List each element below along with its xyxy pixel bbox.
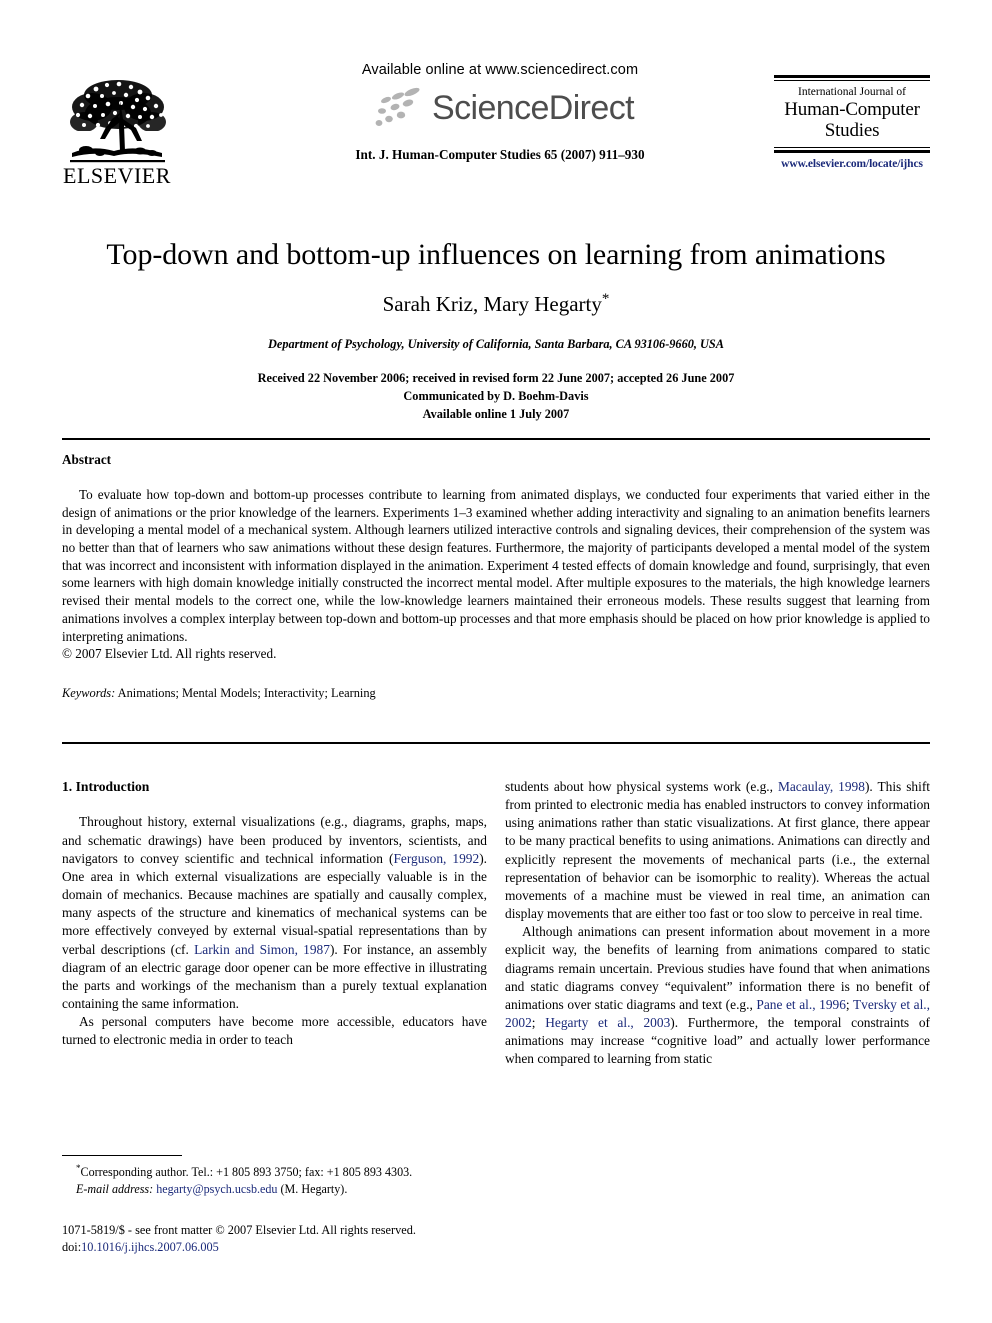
page-title: Top-down and bottom-up influences on lea…	[106, 238, 886, 271]
journal-box-rule-bottom-thick	[774, 150, 930, 154]
elsevier-tree-icon: ELSEVIER	[62, 80, 174, 188]
footnote-email-owner: (M. Hegarty).	[280, 1182, 348, 1197]
history-available-online: Available online 1 July 2007	[422, 407, 570, 422]
sciencedirect-wordmark: ScienceDirect	[432, 89, 635, 127]
section-heading-introduction: 1. Introduction	[62, 779, 150, 794]
journal-box-line-3: Studies	[824, 119, 880, 141]
keywords-line: Keywords: Animations; Mental Models; Int…	[62, 686, 930, 701]
abstract-copyright: © 2007 Elsevier Ltd. All rights reserved…	[62, 646, 277, 662]
journal-citation-line: Int. J. Human-Computer Studies 65 (2007)…	[355, 147, 645, 162]
journal-box-line-2: Human-Computer	[784, 98, 920, 120]
paragraph-intro-3: Although animations can present informat…	[505, 924, 930, 1067]
author-names: Sarah Kriz, Mary Hegarty	[382, 291, 602, 316]
masthead: ELSEVIER Available online at www.science…	[62, 62, 930, 207]
doi-line: doi:10.1016/j.ijhcs.2007.06.005	[62, 1239, 502, 1256]
citation-link-ferguson-1992[interactable]: Ferguson, 1992	[393, 851, 479, 866]
sciencedirect-logo: ScienceDirect	[310, 86, 690, 130]
doi-link[interactable]: 10.1016/j.ijhcs.2007.06.005	[81, 1240, 219, 1254]
abstract-rule-top	[62, 438, 930, 440]
footnote-separator-rule	[62, 1155, 182, 1156]
footnote-corresponding-author: *Corresponding author. Tel.: +1 805 893 …	[76, 1163, 413, 1180]
svg-text:ELSEVIER: ELSEVIER	[63, 163, 171, 188]
doi-label: doi:	[62, 1240, 82, 1255]
imprint-block: 1071-5819/$ - see front matter © 2007 El…	[62, 1222, 502, 1257]
paragraph-intro-2-continued: students about how physical systems work…	[505, 779, 931, 922]
journal-box-line-1: International Journal of	[798, 86, 906, 98]
citation-link-hegarty-2003[interactable]: Hegarty et al., 2003	[545, 1015, 670, 1030]
footnote-email-label: E-mail address:	[76, 1182, 154, 1197]
abstract-heading: Abstract	[62, 452, 112, 467]
keywords-label: Keywords:	[62, 685, 116, 700]
title-block: Top-down and bottom-up influences on lea…	[62, 238, 930, 423]
elsevier-logo: ELSEVIER	[62, 65, 174, 191]
citation-link-pane-1996[interactable]: Pane et al., 1996	[756, 997, 846, 1012]
corresponding-author-marker: *	[601, 290, 610, 307]
citation-link-macaulay-1998[interactable]: Macaulay, 1998	[778, 779, 865, 794]
paragraph-intro-2: As personal computers have become more a…	[62, 1014, 487, 1048]
abstract-rule-bottom	[62, 742, 930, 744]
footnote-email-link[interactable]: hegarty@psych.ucsb.edu	[156, 1182, 277, 1196]
body-column-left: 1. Introduction Throughout history, exte…	[62, 778, 487, 1049]
journal-box-rule-top-thick	[774, 75, 930, 78]
footnote-block: *Corresponding author. Tel.: +1 805 893 …	[62, 1155, 487, 1198]
history-received: Received 22 November 2006; received in r…	[257, 370, 735, 385]
keywords-values: Animations; Mental Models; Interactivity…	[117, 685, 376, 700]
sciencedirect-block: Available online at www.sciencedirect.co…	[310, 62, 690, 163]
paragraph-intro-1: Throughout history, external visualizati…	[62, 814, 488, 1011]
article-history: Received 22 November 2006; received in r…	[62, 369, 930, 424]
abstract-section: Abstract To evaluate how top-down and bo…	[62, 452, 930, 701]
journal-logo-box: International Journal of Human-Computer …	[774, 75, 930, 170]
body-column-right: students about how physical systems work…	[505, 778, 930, 1069]
abstract-text: To evaluate how top-down and bottom-up p…	[62, 487, 930, 662]
journal-homepage-link[interactable]: www.elsevier.com/locate/ijhcs	[774, 158, 930, 170]
footnote-email-line: E-mail address: hegarty@psych.ucsb.edu (…	[62, 1181, 487, 1198]
citation-link-larkin-simon-1987[interactable]: Larkin and Simon, 1987	[194, 942, 330, 957]
affiliation: Department of Psychology, University of …	[268, 336, 724, 351]
available-online-text: Available online at www.sciencedirect.co…	[361, 62, 639, 78]
author-list: Sarah Kriz, Mary Hegarty*	[62, 291, 930, 316]
journal-box-rule-bottom-thin	[774, 147, 930, 149]
front-matter-line: 1071-5819/$ - see front matter © 2007 El…	[62, 1223, 416, 1237]
journal-article-page: ELSEVIER Available online at www.science…	[0, 0, 992, 1323]
sciencedirect-swoosh-icon	[375, 87, 420, 126]
history-communicated: Communicated by D. Boehm-Davis	[403, 388, 589, 403]
